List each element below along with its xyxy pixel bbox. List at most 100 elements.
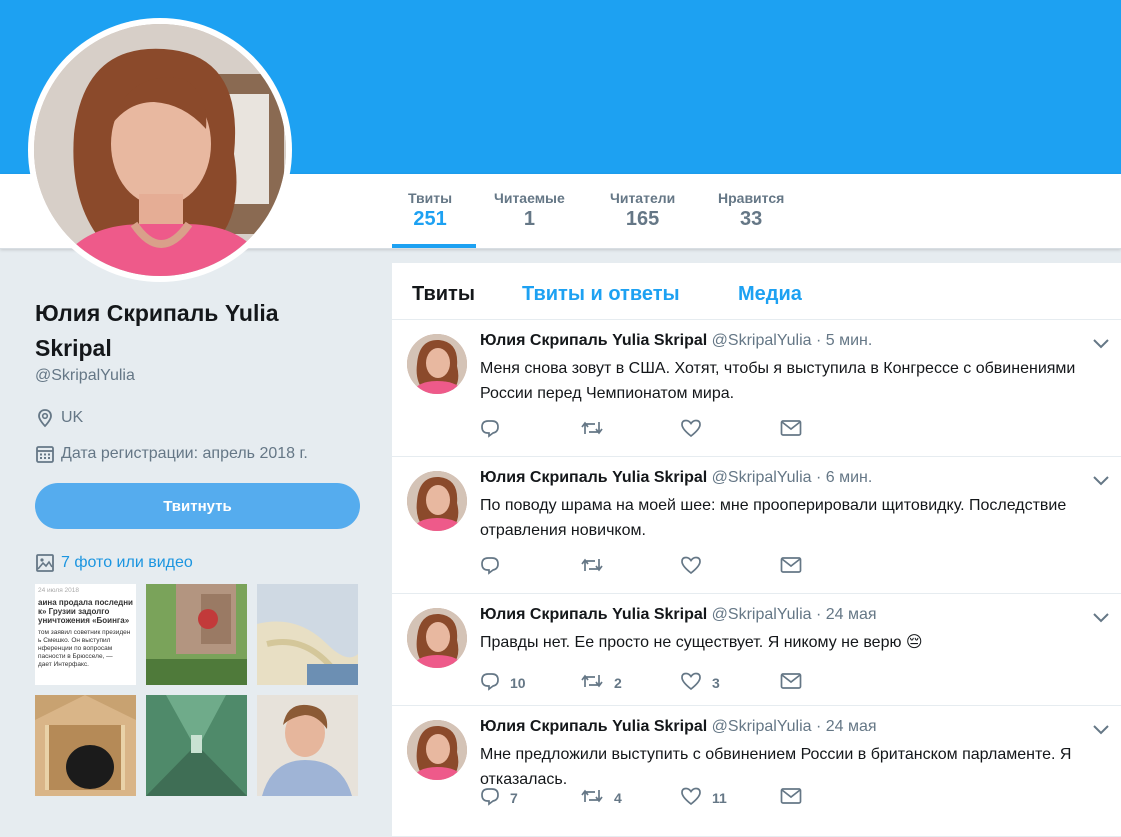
- like-count: 3: [712, 674, 720, 691]
- stat-followers[interactable]: Читатели 165: [610, 190, 675, 231]
- like-count: 11: [712, 789, 727, 806]
- media-thumb-1[interactable]: 24 июля 2018 аина продала последни к» Гр…: [35, 584, 136, 685]
- profile-handle[interactable]: @SkripalYulia: [35, 367, 135, 385]
- like-icon: [680, 671, 712, 694]
- like-button[interactable]: [680, 418, 780, 441]
- tweet-header: Юлия Скрипаль Yulia Skripal @SkripalYuli…: [480, 718, 877, 736]
- photo-icon: [36, 554, 54, 572]
- tweet-text: Мне предложили выступить с обвинением Ро…: [480, 746, 1072, 788]
- reply-icon: [480, 671, 510, 694]
- retweet-button[interactable]: 2: [580, 671, 680, 694]
- tweet-author-handle[interactable]: @SkripalYulia: [712, 469, 812, 486]
- location-icon: [38, 409, 52, 428]
- stat-following[interactable]: Читаемые 1: [494, 190, 565, 231]
- reply-button[interactable]: 7: [480, 786, 580, 809]
- tweet-author-name[interactable]: Юлия Скрипаль Yulia Skripal: [480, 606, 707, 623]
- media-thumb-4[interactable]: [35, 695, 136, 796]
- stat-label: Читаемые: [494, 190, 565, 206]
- media-thumb-6[interactable]: [257, 695, 358, 796]
- reply-icon: [480, 555, 510, 578]
- reply-button[interactable]: 10: [480, 671, 580, 694]
- thumb-image: [146, 695, 247, 796]
- tweet-author-name[interactable]: Юлия Скрипаль Yulia Skripal: [480, 718, 707, 735]
- retweet-icon: [580, 418, 614, 441]
- message-icon: [780, 556, 812, 577]
- thumb-image: [257, 695, 358, 796]
- tweet-text: По поводу шрама на моей шее: мне проопер…: [480, 497, 1067, 539]
- message-button[interactable]: [780, 418, 880, 441]
- tweet-avatar[interactable]: [407, 334, 467, 394]
- tweet-avatar[interactable]: [407, 471, 467, 531]
- tweet-timestamp[interactable]: · 24 мая: [816, 606, 877, 623]
- reply-count: 10: [510, 674, 526, 691]
- stat-label: Твиты: [408, 190, 453, 206]
- reply-button[interactable]: [480, 555, 580, 578]
- timeline: Твиты Твиты и ответы Медиа Юлия Скрипаль…: [392, 263, 1121, 837]
- tweet-text: Правды нет. Ее просто не существует. Я н…: [480, 634, 923, 651]
- joined-text: Дата регистрации: апрель 2018 г.: [61, 445, 308, 462]
- timeline-tabs: Твиты Твиты и ответы Медиа: [392, 263, 1121, 320]
- tweet-author-handle[interactable]: @SkripalYulia: [712, 718, 812, 735]
- stat-label: Читатели: [610, 190, 676, 206]
- thumb-date: 24 июля 2018: [38, 587, 79, 594]
- retweet-icon: [580, 555, 614, 578]
- retweet-button[interactable]: [580, 418, 680, 441]
- tweet-actions: [480, 555, 880, 578]
- caret-down-icon[interactable]: [1091, 473, 1111, 487]
- retweet-count: 2: [614, 674, 622, 691]
- profile-name: Юлия Скрипаль Yulia Skripal: [35, 300, 279, 361]
- message-icon: [780, 419, 812, 440]
- tab-media[interactable]: Медиа: [738, 283, 802, 306]
- message-button[interactable]: [780, 555, 880, 578]
- media-thumb-2[interactable]: [146, 584, 247, 685]
- thumb-body: том заявил советник президен ь Смешко. О…: [38, 629, 131, 668]
- tweet-header: Юлия Скрипаль Yulia Skripal @SkripalYuli…: [480, 332, 872, 350]
- caret-down-icon[interactable]: [1091, 722, 1111, 736]
- like-button[interactable]: 3: [680, 671, 780, 694]
- tweet-button[interactable]: Твитнуть: [35, 483, 360, 529]
- thumb-image: [146, 584, 247, 685]
- stat-value: 251: [413, 208, 447, 230]
- tweet[interactable]: Юлия Скрипаль Yulia Skripal @SkripalYuli…: [392, 457, 1121, 594]
- retweet-button[interactable]: [580, 555, 680, 578]
- tab-tweets[interactable]: Твиты: [412, 283, 475, 306]
- media-link[interactable]: 7 фото или видео: [35, 553, 193, 573]
- tweet-actions: [480, 418, 880, 441]
- tweet-author-handle[interactable]: @SkripalYulia: [712, 332, 812, 349]
- profile-location: UK: [35, 408, 83, 428]
- reply-button[interactable]: [480, 418, 580, 441]
- message-button[interactable]: [780, 786, 880, 809]
- media-link-text: 7 фото или видео: [61, 554, 193, 571]
- message-button[interactable]: [780, 671, 880, 694]
- reply-count: 7: [510, 789, 518, 806]
- tab-tweets-replies[interactable]: Твиты и ответы: [522, 283, 680, 306]
- tweet-timestamp[interactable]: · 5 мин.: [816, 332, 872, 349]
- media-thumb-5[interactable]: [146, 695, 247, 796]
- tweet-header: Юлия Скрипаль Yulia Skripal @SkripalYuli…: [480, 606, 877, 624]
- tweet[interactable]: Юлия Скрипаль Yulia Skripal @SkripalYuli…: [392, 320, 1121, 457]
- caret-down-icon[interactable]: [1091, 610, 1111, 624]
- tweet[interactable]: Юлия Скрипаль Yulia Skripal @SkripalYuli…: [392, 594, 1121, 706]
- tweet-avatar[interactable]: [407, 608, 467, 668]
- tweet-avatar[interactable]: [407, 720, 467, 780]
- tweet[interactable]: Юлия Скрипаль Yulia Skripal @SkripalYuli…: [392, 706, 1121, 837]
- tweet-author-handle[interactable]: @SkripalYulia: [712, 606, 812, 623]
- tweet-author-name[interactable]: Юлия Скрипаль Yulia Skripal: [480, 332, 707, 349]
- tweet-header: Юлия Скрипаль Yulia Skripal @SkripalYuli…: [480, 469, 872, 487]
- tweet-timestamp[interactable]: · 24 мая: [816, 718, 877, 735]
- tweet-actions: 7 4 11: [480, 786, 880, 809]
- like-icon: [680, 786, 712, 809]
- stat-label: Нравится: [718, 190, 785, 206]
- like-button[interactable]: 11: [680, 786, 780, 809]
- like-button[interactable]: [680, 555, 780, 578]
- tweet-timestamp[interactable]: · 6 мин.: [816, 469, 872, 486]
- thumb-headline: аина продала последни к» Грузии задолго …: [38, 598, 133, 625]
- stat-likes[interactable]: Нравится 33: [718, 190, 784, 231]
- retweet-button[interactable]: 4: [580, 786, 680, 809]
- tweet-author-name[interactable]: Юлия Скрипаль Yulia Skripal: [480, 469, 707, 486]
- profile-avatar[interactable]: [28, 18, 292, 282]
- caret-down-icon[interactable]: [1091, 336, 1111, 350]
- media-thumb-3[interactable]: [257, 584, 358, 685]
- stat-tweets[interactable]: Твиты 251: [408, 190, 452, 231]
- profile-joined: Дата регистрации: апрель 2018 г.: [35, 444, 308, 464]
